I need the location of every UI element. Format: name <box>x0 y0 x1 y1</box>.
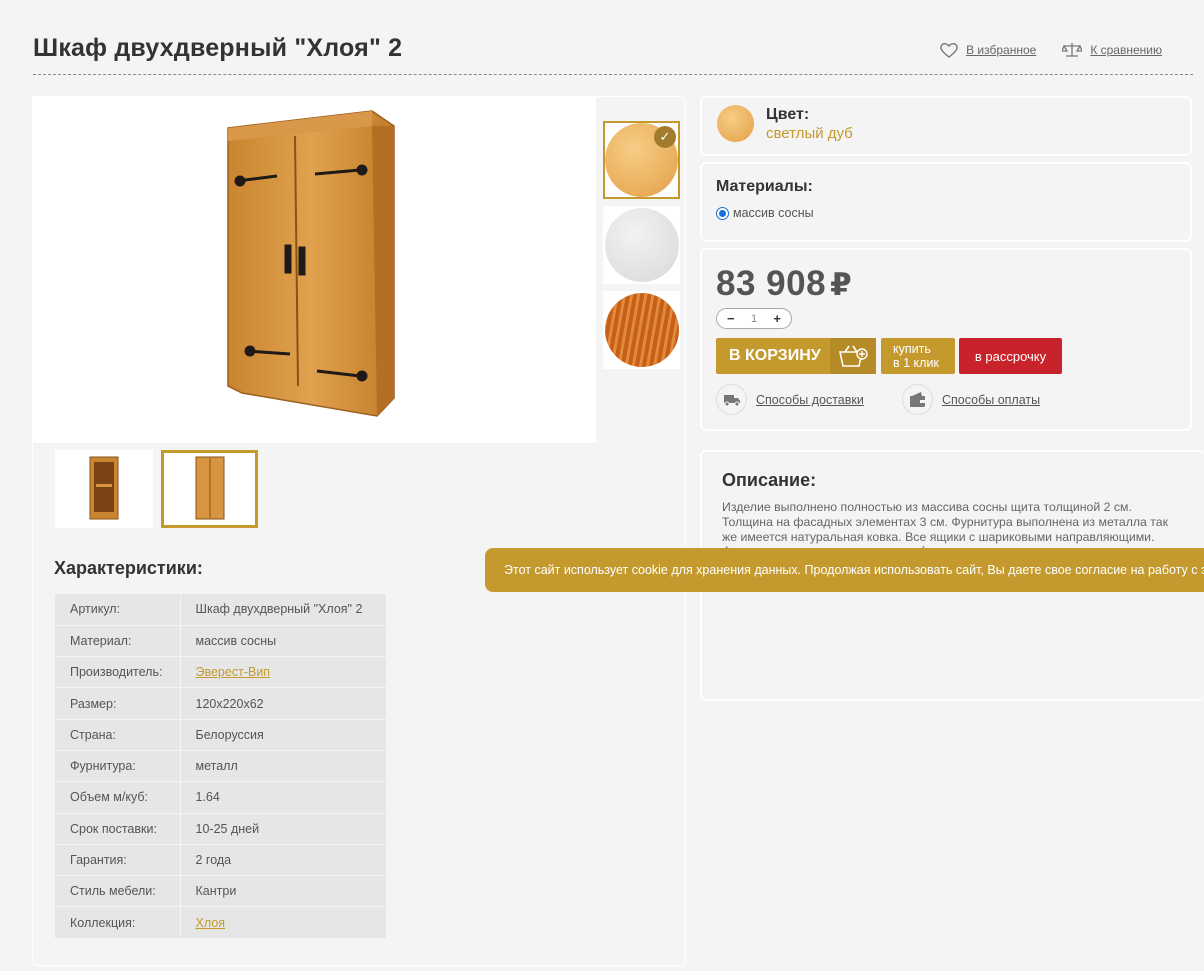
color-value: светлый дуб <box>766 125 853 142</box>
materials-heading: Материалы: <box>716 178 813 195</box>
scales-icon <box>1062 43 1083 57</box>
swatch-disc <box>604 293 679 367</box>
thumbnail-closed[interactable] <box>161 450 258 528</box>
spec-row: Страна: Белоруссия <box>55 719 386 751</box>
material-label: массив сосны <box>733 206 814 220</box>
spec-value: массив сосны <box>180 625 386 658</box>
swatch-white[interactable] <box>603 206 680 284</box>
cookie-banner[interactable]: Этот сайт использует cookie для хранения… <box>485 548 1204 592</box>
thumbnail-strip <box>55 450 258 528</box>
spec-value-link[interactable]: Хлоя <box>196 916 226 930</box>
spec-value: Эверест-Вип <box>180 656 386 689</box>
spec-value: Белоруссия <box>180 719 386 751</box>
swatch-disc <box>604 208 679 282</box>
spec-key: Фурнитура: <box>55 750 181 783</box>
material-radio[interactable] <box>716 206 729 220</box>
check-icon: ✓ <box>654 126 676 148</box>
spec-row: Объем м/куб: 1.64 <box>55 781 386 814</box>
spec-key: Производитель: <box>55 656 181 689</box>
spec-value: металл <box>180 750 386 783</box>
heart-icon <box>940 42 958 58</box>
payment-label: Способы оплаты <box>942 392 1041 407</box>
thumbnail-open[interactable] <box>55 450 153 528</box>
installment-button[interactable]: в рассрочку <box>959 338 1062 374</box>
wardrobe-image <box>227 110 395 417</box>
spec-key: Размер: <box>55 687 181 720</box>
spec-value: 2 года <box>180 844 386 877</box>
price-value: 83 908 <box>716 264 827 303</box>
one-click-buy-button[interactable]: купить в 1 клик <box>881 338 955 374</box>
spec-key: Страна: <box>55 719 181 751</box>
top-actions: В избранное К сравнению <box>940 42 1162 58</box>
main-product-image[interactable] <box>32 96 596 443</box>
swatch-dark[interactable] <box>603 291 680 369</box>
specs-title: Характеристики: <box>54 558 203 578</box>
qty-value[interactable]: 1 <box>751 313 757 325</box>
spec-key: Стиль мебели: <box>55 875 181 908</box>
spec-key: Коллекция: <box>55 906 181 939</box>
spec-value-link[interactable]: Эверест-Вип <box>196 665 271 679</box>
spec-row: Артикул: Шкаф двухдверный "Хлоя" 2 <box>55 594 386 626</box>
description-text: Изделие выполнено полностью из массива с… <box>722 500 1169 552</box>
spec-value: Хлоя <box>180 906 386 939</box>
materials-card: Материалы: массив сосны <box>700 162 1192 242</box>
spec-value: 10-25 дней <box>180 813 386 845</box>
delivery-link[interactable]: Способы доставки <box>716 384 864 415</box>
spec-value: Кантри <box>180 875 386 908</box>
favorites-link[interactable]: В избранное <box>940 42 1036 58</box>
add-to-cart-button[interactable]: В КОРЗИНУ <box>716 338 876 374</box>
delivery-label: Способы доставки <box>756 392 864 407</box>
spec-row: Размер: 120х220х62 <box>55 687 386 720</box>
qty-minus-button[interactable]: − <box>727 311 735 326</box>
spec-row: Коллекция: Хлоя <box>55 906 386 939</box>
title-divider <box>33 74 1193 75</box>
spec-value: 120х220х62 <box>180 687 386 720</box>
description-heading: Описание: <box>722 470 817 490</box>
wardrobe-open-thumb <box>89 456 119 520</box>
page-title: Шкаф двухдверный "Хлоя" 2 <box>33 34 403 62</box>
spec-key: Материал: <box>55 625 181 658</box>
spec-row: Стиль мебели: Кантри <box>55 875 386 908</box>
color-swatch <box>717 105 754 142</box>
spec-row: Гарантия: 2 года <box>55 844 386 877</box>
spec-row: Фурнитура: металл <box>55 750 386 783</box>
swatch-light-oak[interactable]: ✓ <box>603 121 680 199</box>
specs-table: Артикул: Шкаф двухдверный "Хлоя" 2 Материа… <box>55 594 386 939</box>
spec-key: Гарантия: <box>55 844 181 877</box>
one-click-line1: купить <box>893 342 931 356</box>
compare-label: К сравнению <box>1090 43 1162 57</box>
spec-row: Производитель: Эверест-Вип <box>55 656 386 689</box>
wardrobe-closed-thumb <box>195 456 224 520</box>
spec-key: Артикул: <box>55 594 181 626</box>
purchase-card: 83 908 ₽ − 1 + В КОРЗИНУ купить в 1 клик … <box>700 248 1192 431</box>
spec-key: Объем м/куб: <box>55 781 181 814</box>
currency-symbol: ₽ <box>830 267 853 302</box>
spec-value: 1.64 <box>180 781 386 814</box>
color-swatches: ✓ <box>603 121 680 376</box>
wallet-icon <box>902 384 933 415</box>
truck-icon <box>716 384 747 415</box>
basket-icon <box>830 338 876 374</box>
quantity-stepper: − 1 + <box>716 308 792 329</box>
spec-row: Материал: массив сосны <box>55 625 386 658</box>
color-heading: Цвет: <box>766 106 810 123</box>
color-card: Цвет: светлый дуб <box>700 96 1192 156</box>
one-click-line2: в 1 клик <box>893 356 939 370</box>
material-option[interactable]: массив сосны <box>716 206 814 220</box>
spec-key: Срок поставки: <box>55 813 181 845</box>
spec-value: Шкаф двухдверный "Хлоя" 2 <box>180 594 386 626</box>
compare-link[interactable]: К сравнению <box>1062 42 1162 58</box>
price: 83 908 ₽ <box>716 264 852 304</box>
favorites-label: В избранное <box>966 43 1037 57</box>
spec-row: Срок поставки: 10-25 дней <box>55 813 386 845</box>
cart-label: В КОРЗИНУ <box>729 347 821 364</box>
qty-plus-button[interactable]: + <box>773 311 781 326</box>
payment-link[interactable]: Способы оплаты <box>902 384 1040 415</box>
